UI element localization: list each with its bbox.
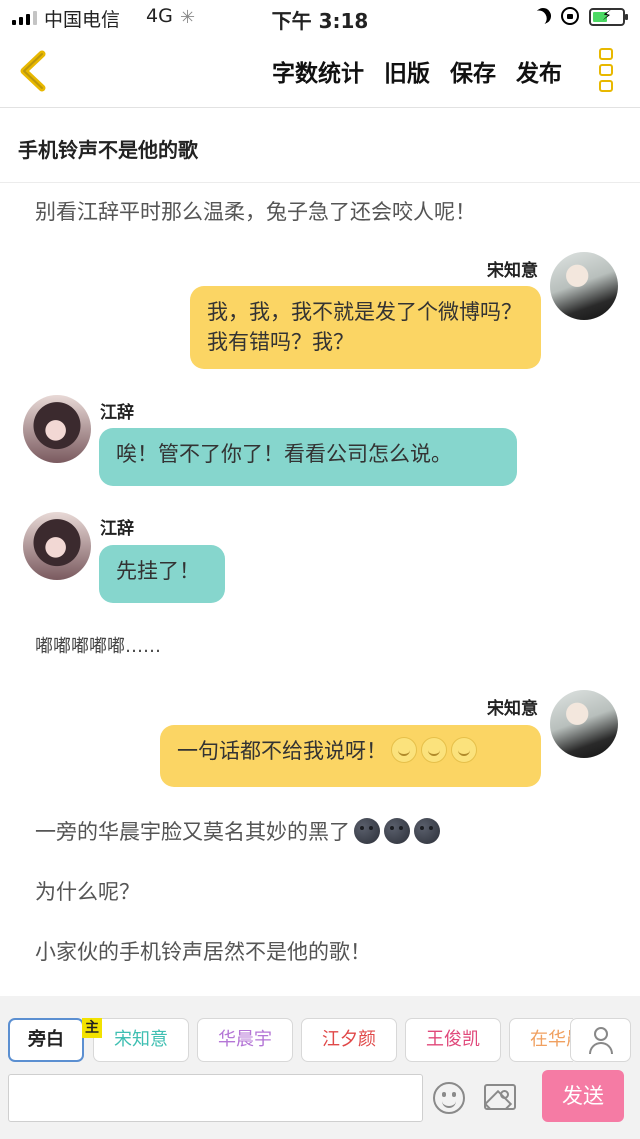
- dark-moon-emoji-icon: [384, 818, 410, 844]
- chat-bubble-left[interactable]: 唉！管不了你了！看看公司怎么说。: [99, 428, 517, 486]
- chat-bubble-left[interactable]: 先挂了！: [99, 545, 225, 603]
- chat-bubble-text: 一句话都不给我说呀！: [177, 739, 387, 763]
- role-wang-junkai[interactable]: 王俊凯: [405, 1018, 501, 1062]
- avatar-song[interactable]: [550, 690, 618, 758]
- top-toolbar: 字数统计 旧版 保存 发布: [0, 36, 640, 108]
- person-icon: [594, 1027, 608, 1041]
- send-button[interactable]: 发送: [542, 1070, 624, 1122]
- narration-text: 为什么呢？: [35, 880, 140, 904]
- role-label: 江夕颜: [322, 1029, 376, 1050]
- smile-emoji-icon: [421, 737, 447, 763]
- speaker-name: 江辞: [100, 519, 134, 539]
- add-character-button[interactable]: [570, 1018, 631, 1062]
- role-hua-chenyu[interactable]: 华晨宇: [197, 1018, 293, 1062]
- publish-button[interactable]: 发布: [516, 54, 562, 88]
- orientation-lock-icon: [561, 7, 579, 25]
- dark-moon-emoji-icon: [414, 818, 440, 844]
- avatar-jiang[interactable]: [23, 395, 91, 463]
- role-narrator[interactable]: 旁白: [8, 1018, 84, 1062]
- back-arrow-icon[interactable]: [14, 48, 54, 94]
- avatar-jiang[interactable]: [23, 512, 91, 580]
- battery-icon: ⚡: [589, 8, 628, 26]
- avatar-song[interactable]: [550, 252, 618, 320]
- role-song-zhiyi[interactable]: 宋知意: [93, 1018, 189, 1062]
- more-menu-icon[interactable]: [596, 48, 616, 98]
- story-title-bar: 手机铃声不是他的歌: [0, 109, 640, 183]
- role-label: 王俊凯: [426, 1029, 480, 1050]
- role-label: 华晨宇: [218, 1029, 272, 1050]
- narration-text: 别看江辞平时那么温柔，兔子急了还会咬人呢！: [35, 200, 476, 224]
- chat-area[interactable]: 别看江辞平时那么温柔，兔子急了还会咬人呢！ 宋知意 我，我，我不就是发了个微博吗…: [0, 184, 640, 996]
- story-title[interactable]: 手机铃声不是他的歌: [18, 134, 198, 163]
- image-icon[interactable]: [484, 1084, 516, 1110]
- role-label: 在华晨: [530, 1029, 573, 1050]
- emoji-icon[interactable]: [433, 1082, 465, 1114]
- smile-emoji-icon: [391, 737, 417, 763]
- chat-bubble-right[interactable]: 我，我，我不就是发了个微博吗？我有错吗？我？: [190, 286, 541, 369]
- speaker-name: 江辞: [100, 403, 134, 423]
- role-label: 宋知意: [114, 1029, 168, 1050]
- message-input[interactable]: [8, 1074, 423, 1122]
- word-count-button[interactable]: 字数统计: [272, 54, 364, 88]
- toolbar-actions: 字数统计 旧版 保存 发布: [272, 54, 562, 88]
- smile-emoji-icon: [451, 737, 477, 763]
- chat-bubble-right[interactable]: 一句话都不给我说呀！: [160, 725, 541, 787]
- status-bar: 中国电信 4G ✳ 下午 3:18 ⚡: [0, 0, 640, 36]
- narration-text-content: 一旁的华晨宇脸又莫名其妙的黑了: [35, 820, 350, 844]
- person-icon-body: [589, 1042, 613, 1054]
- save-button[interactable]: 保存: [450, 54, 496, 88]
- composer-panel: 旁白 宋知意 华晨宇 江夕颜 王俊凯 在华晨 主 发送: [0, 996, 640, 1139]
- role-jiang-xiyan[interactable]: 江夕颜: [301, 1018, 397, 1062]
- host-badge: 主: [82, 1018, 102, 1038]
- old-version-button[interactable]: 旧版: [384, 54, 430, 88]
- speaker-name: 宋知意: [487, 261, 538, 281]
- role-more[interactable]: 在华晨: [509, 1018, 573, 1062]
- speaker-name: 宋知意: [487, 699, 538, 719]
- narration-text: 小家伙的手机铃声居然不是他的歌！: [35, 940, 371, 964]
- narration-text: 嘟嘟嘟嘟嘟……: [35, 636, 161, 657]
- role-label: 旁白: [28, 1029, 64, 1050]
- narration-text: 一旁的华晨宇脸又莫名其妙的黑了: [35, 816, 440, 846]
- dark-moon-emoji-icon: [354, 818, 380, 844]
